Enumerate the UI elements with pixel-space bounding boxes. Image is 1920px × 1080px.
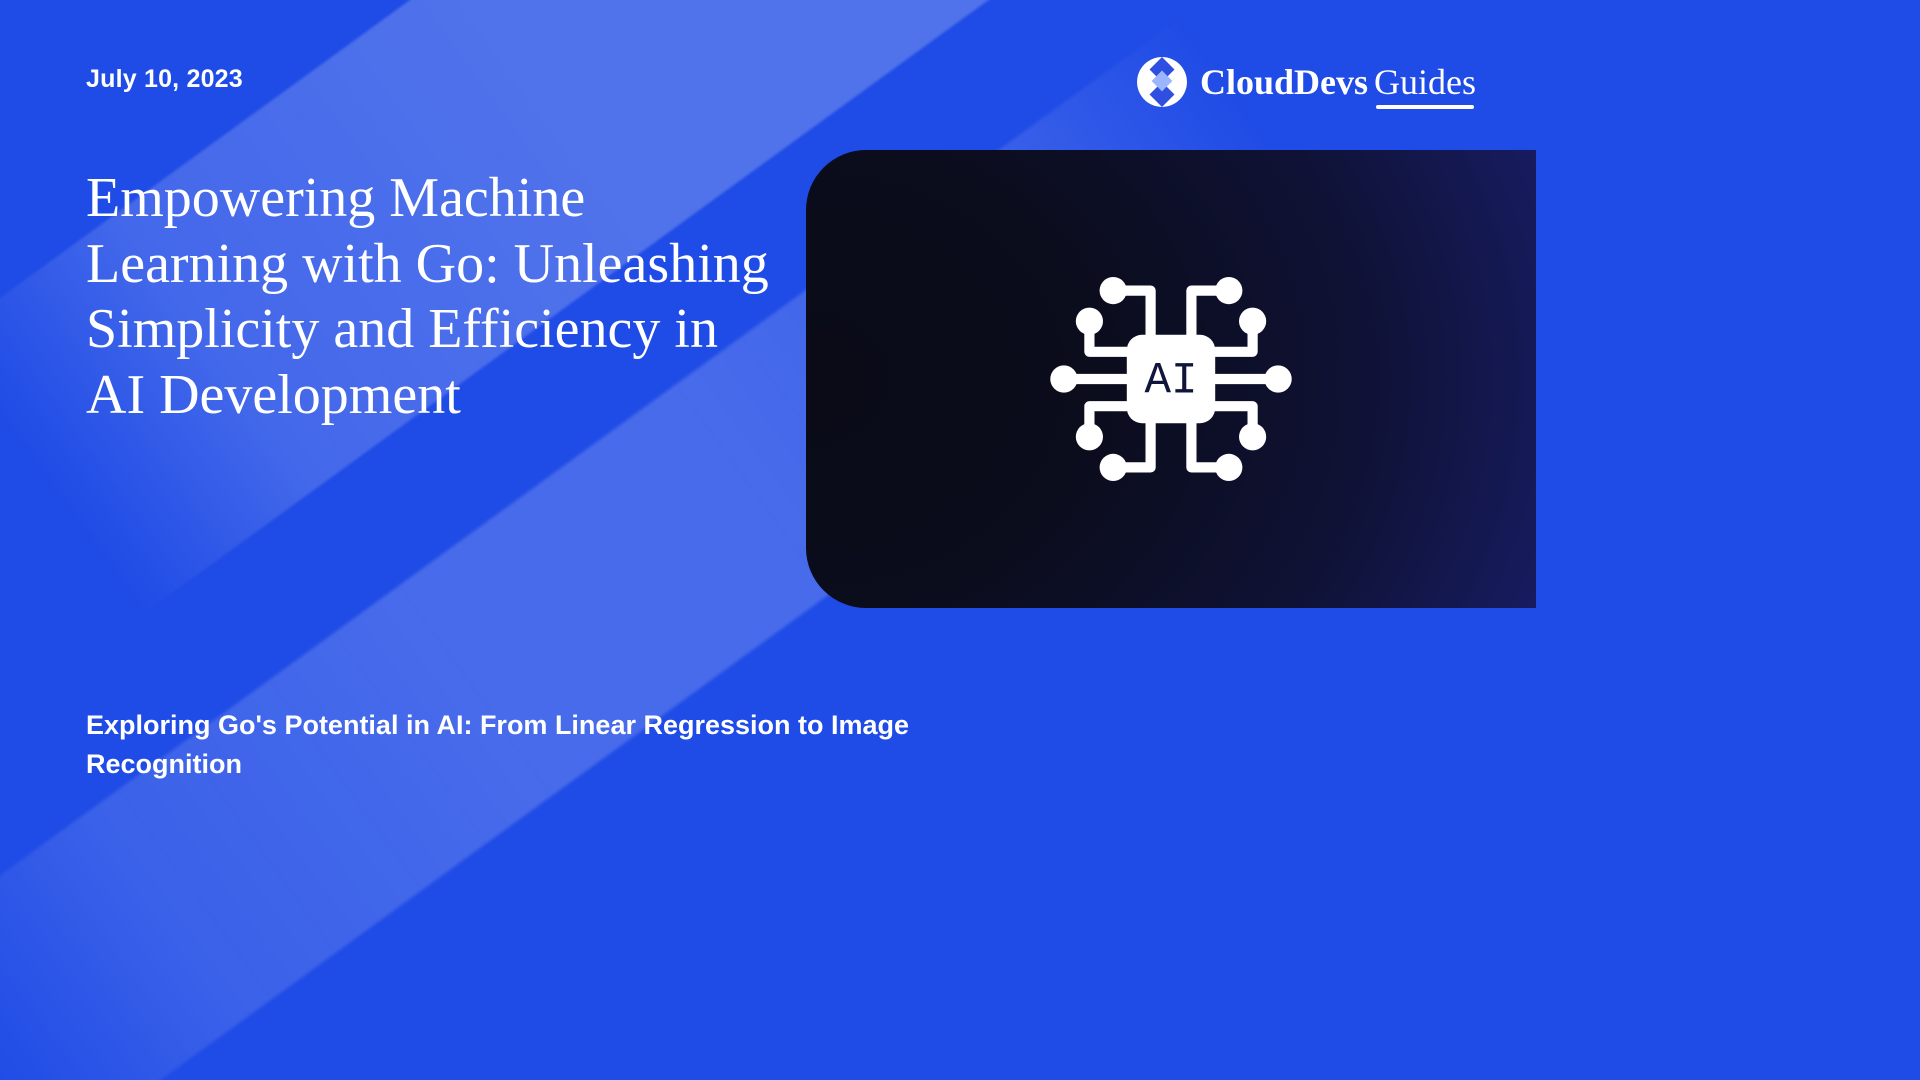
brand-text: CloudDevs Guides bbox=[1200, 61, 1476, 103]
ai-chip-icon: AI bbox=[1001, 209, 1341, 549]
ai-chip-label: AI bbox=[1144, 357, 1197, 407]
brand-underline bbox=[1376, 105, 1474, 109]
brand-block: CloudDevs Guides bbox=[1136, 56, 1476, 108]
page-title: Empowering Machine Learning with Go: Unl… bbox=[86, 166, 786, 428]
brand-main: CloudDevs bbox=[1200, 61, 1368, 103]
hero-card: AI bbox=[806, 150, 1536, 608]
clouddevs-logo-icon bbox=[1136, 56, 1188, 108]
page-subtitle: Exploring Go's Potential in AI: From Lin… bbox=[86, 706, 1026, 784]
publish-date: July 10, 2023 bbox=[86, 65, 243, 94]
brand-suffix: Guides bbox=[1374, 62, 1476, 102]
